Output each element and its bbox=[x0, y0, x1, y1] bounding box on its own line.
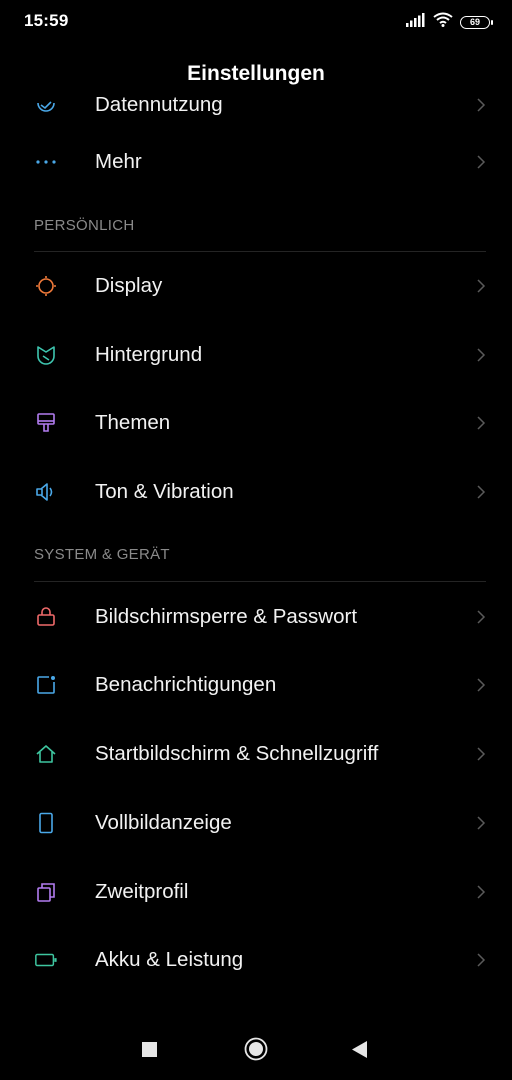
wifi-icon bbox=[433, 12, 453, 32]
settings-item-label: Datennutzung bbox=[95, 94, 223, 116]
display-brightness-icon bbox=[34, 274, 58, 298]
status-bar: 15:59 69 bbox=[0, 0, 512, 40]
fullscreen-phone-icon bbox=[34, 811, 58, 835]
section-label: PERSÖNLICH bbox=[34, 216, 135, 234]
page-title: Einstellungen bbox=[187, 62, 325, 85]
settings-item-sound[interactable]: Ton & Vibration bbox=[0, 458, 512, 527]
battery-icon: 69 bbox=[460, 15, 493, 29]
settings-item-label: Bildschirmsperre & Passwort bbox=[95, 604, 358, 628]
section-header-system: SYSTEM & GERÄT bbox=[0, 526, 512, 583]
back-icon[interactable] bbox=[352, 1041, 368, 1064]
chevron-right-icon bbox=[477, 485, 486, 499]
second-space-icon bbox=[34, 880, 58, 904]
settings-item-label: Themen bbox=[95, 411, 171, 435]
settings-list[interactable]: Datennutzung Mehr PERSÖNLICH Display Hin… bbox=[0, 94, 512, 1014]
more-icon bbox=[34, 150, 58, 174]
settings-item-data-usage[interactable]: Datennutzung bbox=[0, 94, 512, 128]
status-time: 15:59 bbox=[24, 11, 69, 30]
settings-item-battery[interactable]: Akku & Leistung bbox=[0, 926, 512, 995]
settings-item-label: Zweitprofil bbox=[95, 879, 189, 903]
chevron-right-icon bbox=[477, 678, 486, 692]
settings-item-display[interactable]: Display bbox=[0, 252, 512, 321]
notifications-icon bbox=[34, 673, 58, 697]
chevron-right-icon bbox=[477, 348, 486, 362]
navigation-bar bbox=[0, 1016, 512, 1080]
battery-level: 69 bbox=[469, 17, 480, 27]
battery-performance-icon bbox=[34, 948, 58, 972]
settings-item-lock-screen[interactable]: Bildschirmsperre & Passwort bbox=[0, 582, 512, 651]
settings-item-label: Startbildschirm & Schnellzugriff bbox=[95, 742, 379, 766]
settings-item-label: Vollbildanzeige bbox=[95, 810, 232, 834]
wallpaper-icon bbox=[34, 343, 58, 367]
chevron-right-icon bbox=[477, 279, 486, 293]
section-header-personal: PERSÖNLICH bbox=[0, 197, 512, 252]
settings-item-label: Display bbox=[95, 274, 163, 298]
section-label: SYSTEM & GERÄT bbox=[34, 546, 170, 564]
lock-icon bbox=[34, 605, 58, 629]
sound-icon bbox=[34, 480, 58, 504]
settings-item-label: Mehr bbox=[95, 150, 142, 174]
settings-item-label: Akku & Leistung bbox=[95, 948, 244, 972]
themes-brush-icon bbox=[34, 411, 58, 435]
settings-item-fullscreen[interactable]: Vollbildanzeige bbox=[0, 789, 512, 858]
signal-icon bbox=[406, 12, 426, 32]
settings-item-home-screen[interactable]: Startbildschirm & Schnellzugriff bbox=[0, 720, 512, 789]
chevron-right-icon bbox=[477, 98, 486, 112]
settings-item-second-space[interactable]: Zweitprofil bbox=[0, 857, 512, 926]
data-usage-icon bbox=[34, 94, 58, 117]
chevron-right-icon bbox=[477, 155, 486, 169]
chevron-right-icon bbox=[477, 816, 486, 830]
chevron-right-icon bbox=[477, 885, 486, 899]
chevron-right-icon bbox=[477, 747, 486, 761]
recents-icon[interactable] bbox=[142, 1042, 158, 1063]
home-icon bbox=[34, 742, 58, 766]
chevron-right-icon bbox=[477, 610, 486, 624]
settings-item-themes[interactable]: Themen bbox=[0, 389, 512, 458]
settings-item-notifications[interactable]: Benachrichtigungen bbox=[0, 651, 512, 720]
chevron-right-icon bbox=[477, 416, 486, 430]
home-circle-icon[interactable] bbox=[244, 1037, 268, 1066]
settings-item-label: Benachrichtigungen bbox=[95, 673, 277, 697]
settings-item-label: Ton & Vibration bbox=[95, 480, 234, 504]
settings-item-label: Hintergrund bbox=[95, 342, 203, 366]
chevron-right-icon bbox=[477, 953, 486, 967]
settings-item-wallpaper[interactable]: Hintergrund bbox=[0, 320, 512, 389]
status-icons: 69 bbox=[406, 12, 493, 32]
settings-item-more[interactable]: Mehr bbox=[0, 128, 512, 197]
